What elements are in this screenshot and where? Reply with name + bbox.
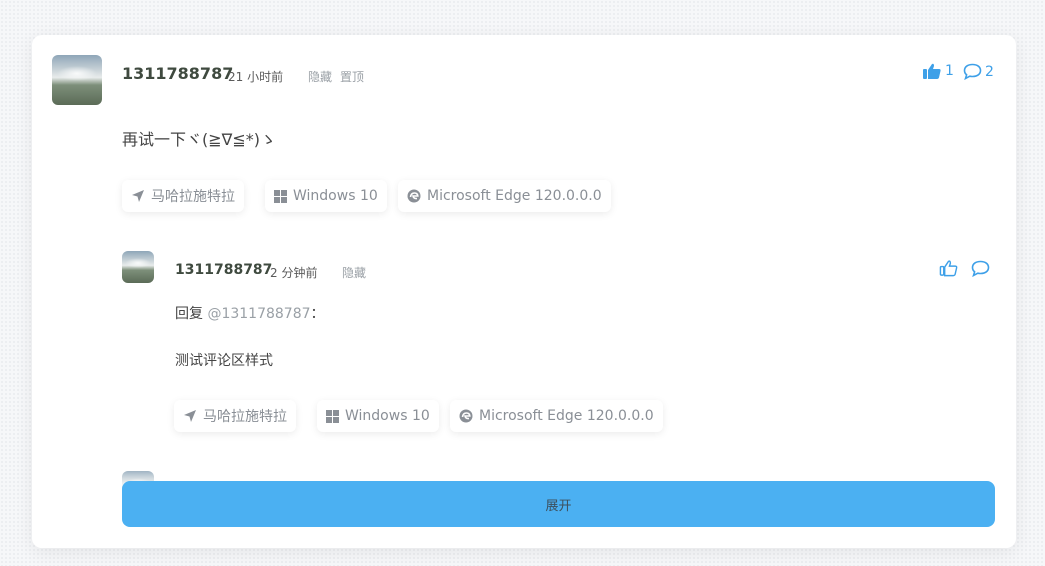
reply-browser-tag: Microsoft Edge 120.0.0.0 <box>450 400 663 432</box>
reply-comment-button[interactable] <box>971 260 993 277</box>
edge-icon <box>407 189 421 203</box>
reply-button[interactable]: 2 <box>963 63 994 80</box>
browser-label: Microsoft Edge 120.0.0.0 <box>479 408 654 424</box>
location-tag: 马哈拉施特拉 <box>122 180 244 212</box>
os-label: Windows 10 <box>293 188 378 204</box>
browser-label: Microsoft Edge 120.0.0.0 <box>427 188 602 204</box>
expand-button[interactable]: 展开 <box>122 481 995 527</box>
thumbs-up-icon <box>923 63 941 79</box>
like-button[interactable]: 1 <box>922 62 954 80</box>
reply-hide-link[interactable]: 隐藏 <box>342 264 366 281</box>
comment-content: 再试一下ヾ(≧∇≦*)ゝ <box>122 130 277 149</box>
comment-icon <box>963 63 982 80</box>
reply-location-tag: 马哈拉施特拉 <box>174 400 296 432</box>
reply-count: 2 <box>985 63 994 80</box>
comment-time: 21 小时前 <box>228 70 284 84</box>
reply-like-button[interactable] <box>939 259 961 277</box>
comment-username[interactable]: 1311788787 <box>122 64 233 83</box>
reply-content: 测试评论区样式 <box>175 353 273 369</box>
reply-colon: ： <box>310 306 325 322</box>
windows-icon <box>274 189 287 203</box>
reply-os-tag: Windows 10 <box>317 400 439 432</box>
os-tag: Windows 10 <box>265 180 387 212</box>
os-label: Windows 10 <box>345 408 430 424</box>
reply-mention[interactable]: @1311788787 <box>207 306 310 322</box>
location-label: 马哈拉施特拉 <box>151 189 235 205</box>
browser-tag: Microsoft Edge 120.0.0.0 <box>398 180 611 212</box>
reply-username[interactable]: 1311788787 <box>175 262 272 278</box>
edge-icon <box>459 409 473 423</box>
thumbs-up-icon <box>939 260 958 277</box>
hide-link[interactable]: 隐藏 <box>308 68 332 85</box>
reply-prefix: 回复 <box>175 306 203 322</box>
pin-link[interactable]: 置顶 <box>340 68 364 85</box>
reply-to-line: 回复 @1311788787： <box>175 303 325 323</box>
comment-card: 1311788787 21 小时前 隐藏 置顶 1 2 再试一下ヾ(≧∇≦*)ゝ… <box>32 35 1016 548</box>
location-arrow-icon <box>184 410 196 422</box>
like-count: 1 <box>945 63 954 79</box>
avatar[interactable] <box>52 55 102 105</box>
reply-time: 2 分钟前 <box>270 266 318 280</box>
reply-avatar[interactable] <box>122 251 154 283</box>
comment-icon <box>971 260 990 277</box>
location-arrow-icon <box>132 190 144 202</box>
windows-icon <box>326 409 339 423</box>
location-label: 马哈拉施特拉 <box>203 409 287 425</box>
